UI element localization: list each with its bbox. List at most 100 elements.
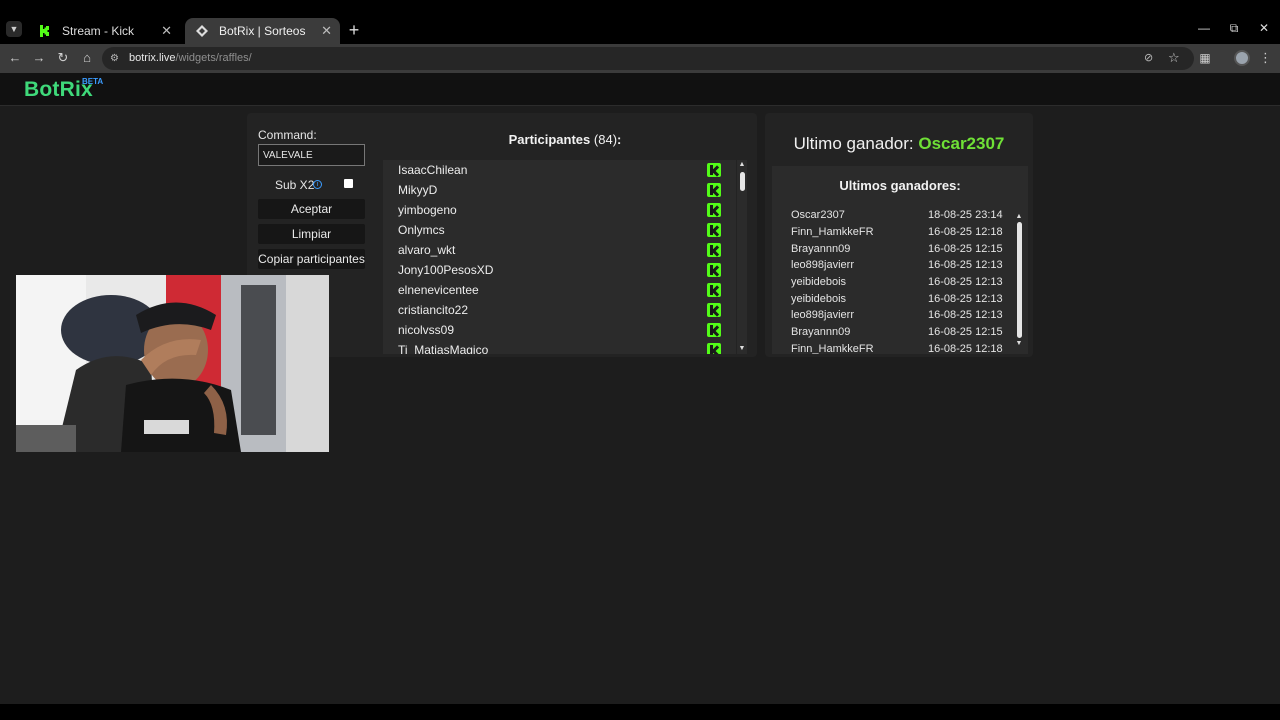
copy-participants-button[interactable]: Copiar participantes: [258, 249, 365, 269]
table-row: Finn_HamkkeFR 16-08-25 12:18: [791, 343, 1021, 354]
browser-toolbar: ← → ↻ ⌂ ⚙ botrix.live/widgets/raffles/ ⊘…: [0, 44, 1280, 73]
scroll-up-icon[interactable]: ▲: [1014, 212, 1024, 222]
winner-name: Oscar2307: [791, 209, 845, 221]
winners-history[interactable]: Ultimos ganadores: Oscar2307 18-08-25 23:…: [772, 166, 1028, 354]
winner-name: leo898javierr: [791, 309, 854, 321]
bookmark-star-icon[interactable]: ☆: [1168, 51, 1182, 65]
list-item: elnenevicentee: [383, 280, 736, 300]
info-icon[interactable]: i: [313, 180, 322, 189]
winner-name: Brayannn09: [791, 326, 851, 338]
winner-date: 16-08-25 12:13: [928, 293, 1003, 305]
winner-name: Finn_HamkkeFR: [791, 226, 874, 238]
table-row: Brayannn09 16-08-25 12:15: [791, 243, 1021, 260]
extensions-icon[interactable]: ▦: [1197, 50, 1213, 66]
tab-search-button[interactable]: ▼: [6, 21, 22, 37]
scrollbar-thumb[interactable]: [1017, 222, 1022, 338]
participants-scrollbar[interactable]: ▲ ▼: [737, 160, 747, 354]
participant-name: MikyyD: [398, 183, 438, 197]
sub-x2-checkbox[interactable]: [344, 179, 353, 188]
window-close-button[interactable]: ✕: [1256, 21, 1272, 35]
tab-close-icon[interactable]: ✕: [161, 18, 172, 44]
clear-button[interactable]: Limpiar: [258, 224, 365, 244]
kick-favicon-icon: [38, 24, 52, 38]
address-bar[interactable]: ⚙ botrix.live/widgets/raffles/ ⊘ ☆: [102, 47, 1194, 70]
participant-name: Ti_MatiasMagico: [398, 343, 489, 354]
site-info-icon[interactable]: ⚙: [110, 52, 123, 65]
browser-menu-icon[interactable]: ⋮: [1259, 50, 1272, 66]
participant-name: elnenevicentee: [398, 283, 479, 297]
kick-logo-icon: [707, 243, 721, 257]
table-row: Oscar2307 18-08-25 23:14: [791, 209, 1021, 226]
profile-avatar[interactable]: [1234, 50, 1250, 66]
kick-logo-icon: [707, 263, 721, 277]
scroll-down-icon[interactable]: ▼: [737, 344, 747, 354]
participant-name: yimbogeno: [398, 203, 457, 217]
minimize-button[interactable]: —: [1196, 21, 1212, 35]
winners-panel: Ultimo ganador: Oscar2307 Ultimos ganado…: [765, 113, 1033, 357]
winner-date: 16-08-25 12:15: [928, 243, 1003, 255]
table-row: Brayannn09 16-08-25 12:15: [791, 326, 1021, 343]
eye-off-icon[interactable]: ⊘: [1144, 52, 1158, 65]
winner-date: 16-08-25 12:13: [928, 276, 1003, 288]
accept-button[interactable]: Aceptar: [258, 199, 365, 219]
list-item: Ti_MatiasMagico: [383, 340, 736, 354]
last-winner-name: Oscar2307: [918, 134, 1005, 153]
browser-tabstrip: ▼ Stream - Kick Dashboard ✕ BotRix | Sor…: [0, 0, 1280, 64]
tab-title: BotRix | Sorteos: [219, 24, 306, 38]
kick-logo-icon: [707, 283, 721, 297]
winner-date: 16-08-25 12:18: [928, 226, 1003, 238]
command-input[interactable]: [258, 144, 365, 166]
list-item: IsaacChilean: [383, 160, 736, 180]
beta-badge: BETA: [82, 77, 104, 86]
new-tab-button[interactable]: +: [346, 20, 362, 40]
list-item: cristiancito22: [383, 300, 736, 320]
botrix-favicon-icon: [196, 25, 208, 37]
table-row: yeibidebois 16-08-25 12:13: [791, 276, 1021, 293]
tab-kick-dashboard[interactable]: Stream - Kick Dashboard ✕: [28, 18, 180, 64]
list-item: nicolvss09: [383, 320, 736, 340]
tab-botrix-sorteos[interactable]: BotRix | Sorteos ✕: [185, 18, 340, 44]
winner-date: 16-08-25 12:15: [928, 326, 1003, 338]
kick-logo-icon: [707, 303, 721, 317]
tab-close-icon[interactable]: ✕: [321, 18, 332, 44]
table-row: leo898javierr 16-08-25 12:13: [791, 309, 1021, 326]
webcam-overlay: [16, 275, 329, 452]
scroll-down-icon[interactable]: ▼: [1014, 339, 1024, 349]
table-row: yeibidebois 16-08-25 12:13: [791, 293, 1021, 310]
list-item: yimbogeno: [383, 200, 736, 220]
winner-date: 16-08-25 12:13: [928, 259, 1003, 271]
list-item: Jony100PesosXD: [383, 260, 736, 280]
command-label: Command:: [258, 128, 317, 142]
list-item: MikyyD: [383, 180, 736, 200]
list-item: alvaro_wkt: [383, 240, 736, 260]
winners-history-title: Ultimos ganadores:: [839, 178, 961, 193]
forward-button[interactable]: →: [31, 50, 47, 66]
url-text[interactable]: botrix.live/widgets/raffles/: [129, 47, 252, 70]
winner-date: 18-08-25 23:14: [928, 209, 1003, 221]
kick-logo-icon: [707, 323, 721, 337]
kick-logo-icon: [707, 343, 721, 354]
sub-x2-label: Sub X2: [275, 178, 315, 192]
home-button[interactable]: ⌂: [79, 50, 95, 66]
kick-logo-icon: [707, 203, 721, 217]
table-row: Finn_HamkkeFR 16-08-25 12:18: [791, 226, 1021, 243]
winner-name: Finn_HamkkeFR: [791, 343, 874, 354]
winner-name: yeibidebois: [791, 276, 847, 288]
participants-title: Participantes (84):: [508, 132, 622, 147]
participants-list[interactable]: IsaacChilean MikyyD yimbogeno Onlymcs al…: [383, 160, 736, 354]
scrollbar-thumb[interactable]: [740, 172, 745, 191]
scroll-up-icon[interactable]: ▲: [737, 160, 747, 170]
winner-name: leo898javierr: [791, 259, 854, 271]
reload-button[interactable]: ↻: [55, 50, 71, 66]
participant-name: Jony100PesosXD: [398, 263, 494, 277]
back-button[interactable]: ←: [7, 50, 23, 66]
winner-date: 16-08-25 12:13: [928, 309, 1003, 321]
list-item: Onlymcs: [383, 220, 736, 240]
last-winner-heading: Ultimo ganador: Oscar2307: [793, 134, 1005, 153]
winner-name: Brayannn09: [791, 243, 851, 255]
winners-scrollbar[interactable]: ▲ ▼: [1014, 212, 1024, 349]
kick-logo-icon: [707, 223, 721, 237]
participants-count: (84): [593, 132, 618, 147]
kick-logo-icon: [707, 183, 721, 197]
restore-button[interactable]: ⧉: [1226, 21, 1242, 36]
